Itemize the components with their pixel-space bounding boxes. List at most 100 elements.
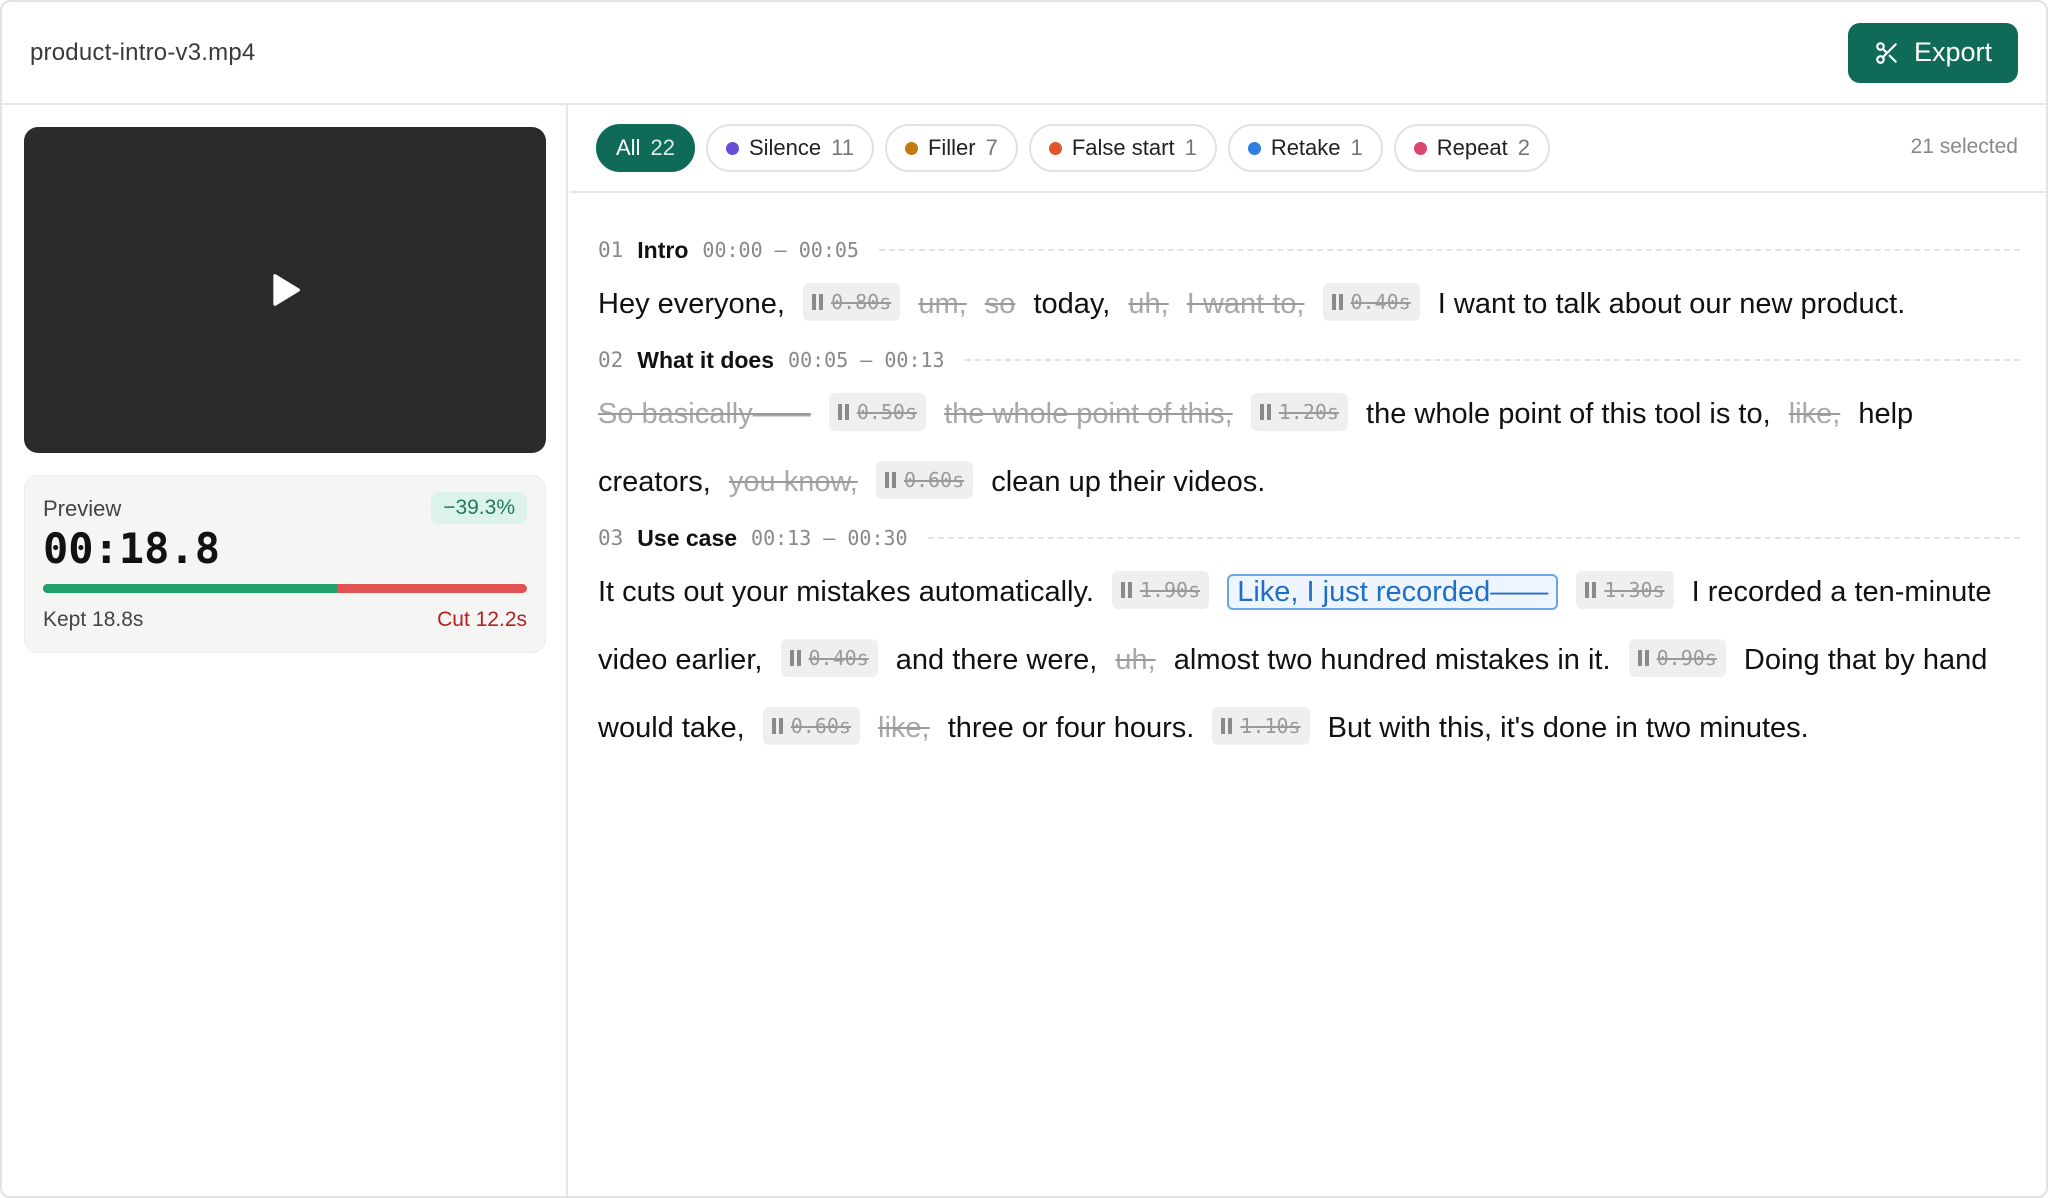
- filter-bar: All 22 Silence 11 Filler 7 False start 1 Retake 1…: [570, 105, 2046, 193]
- section-time-range: 00:13 — 00:30: [751, 526, 908, 550]
- transcript-word[interactable]: almost two hundred mistakes in it.: [1174, 644, 1611, 676]
- preview-card: Preview −39.3% 00:18.8 Kept 18.8s Cut 12…: [24, 475, 546, 653]
- filter-chip-count: 1: [1350, 135, 1363, 160]
- pause-icon: [812, 293, 824, 310]
- transcript-word[interactable]: and there were,: [896, 644, 1098, 676]
- silence-duration: 1.10s: [1240, 714, 1301, 739]
- silence-marker[interactable]: 1.30s: [1576, 571, 1674, 610]
- section-number: 01: [598, 238, 624, 262]
- transcript-paragraph: Hey everyone, 0.80s um, so today, uh, I …: [598, 270, 2020, 338]
- selected-count: 21 selected: [1910, 135, 2018, 158]
- video-player[interactable]: [24, 127, 546, 453]
- silence-marker[interactable]: 1.90s: [1111, 571, 1210, 610]
- cut-word[interactable]: so: [985, 288, 1016, 320]
- cut-word[interactable]: So basically——: [598, 398, 811, 430]
- export-button[interactable]: Export: [1847, 22, 2018, 83]
- category-dot-icon: [1048, 141, 1062, 155]
- cut-word[interactable]: like,: [1789, 398, 1841, 430]
- transcript-paragraph: So basically—— 0.50s the whole point of …: [598, 380, 2020, 516]
- transcript-paragraph: It cuts out your mistakes automatically.…: [598, 558, 2020, 762]
- transcript-word[interactable]: the whole point of this tool is to,: [1366, 398, 1771, 430]
- transcript-word[interactable]: Hey everyone,: [598, 288, 785, 320]
- transcript-word[interactable]: today,: [1033, 288, 1110, 320]
- silence-marker[interactable]: 0.40s: [1322, 283, 1420, 322]
- filter-chip-label: Retake: [1270, 135, 1341, 160]
- pause-icon: [837, 403, 849, 420]
- transcript-word[interactable]: clean up their videos.: [991, 466, 1265, 498]
- cut-word[interactable]: uh,: [1128, 288, 1168, 320]
- silence-marker[interactable]: 0.90s: [1628, 639, 1726, 678]
- filter-chip-label: Filler: [927, 135, 976, 160]
- transcript-word[interactable]: But with this, it's done in two minutes.: [1328, 712, 1809, 744]
- transcript-panel: All 22 Silence 11 Filler 7 False start 1 Retake 1…: [570, 105, 2046, 1196]
- cut-word[interactable]: I want to,: [1187, 288, 1305, 320]
- section-divider: [878, 249, 2020, 251]
- app-window: product-intro-v3.mp4 Export Preview −39.…: [0, 0, 2048, 1198]
- pause-icon: [789, 649, 801, 666]
- cut-word[interactable]: uh,: [1115, 644, 1155, 676]
- silence-marker[interactable]: 0.40s: [780, 639, 878, 678]
- transcript-word[interactable]: I want to talk about our new product.: [1438, 288, 1906, 320]
- silence-marker[interactable]: 0.50s: [828, 393, 927, 432]
- transcript: 01 Intro 00:00 — 00:05 Hey everyone, 0.80s …: [598, 230, 2020, 764]
- silence-duration: 0.60s: [790, 714, 851, 739]
- kept-bar-fill: [43, 584, 337, 593]
- silence-duration: 0.40s: [808, 646, 869, 671]
- highlighted-retake[interactable]: Like, I just recorded——: [1227, 574, 1559, 610]
- filter-chip-count: 7: [985, 135, 998, 160]
- pause-icon: [1331, 293, 1343, 310]
- play-icon[interactable]: [265, 270, 305, 310]
- section-time-range: 00:00 — 00:05: [702, 238, 859, 262]
- category-dot-icon: [1247, 141, 1261, 155]
- reduction-badge: −39.3%: [431, 492, 527, 524]
- top-bar: product-intro-v3.mp4 Export: [2, 2, 2046, 105]
- filter-chip-repeat[interactable]: Repeat 2: [1393, 124, 1550, 172]
- silence-duration: 1.90s: [1139, 578, 1201, 603]
- filter-chip-count: 1: [1184, 135, 1197, 160]
- filter-chip-silence[interactable]: Silence 11: [705, 124, 874, 172]
- filter-chip-label: Repeat: [1436, 135, 1508, 160]
- cut-word[interactable]: you know,: [729, 466, 858, 498]
- cut-label: Cut 12.2s: [437, 608, 527, 631]
- silence-marker[interactable]: 1.20s: [1250, 393, 1348, 432]
- silence-marker[interactable]: 1.10s: [1212, 707, 1310, 746]
- pause-icon: [884, 471, 896, 488]
- section-number: 03: [598, 526, 624, 550]
- section-divider: [927, 537, 2020, 539]
- pause-icon: [1259, 403, 1271, 420]
- transcript-word[interactable]: three or four hours.: [948, 712, 1195, 744]
- filter-chip-label: Silence: [748, 135, 822, 160]
- export-label: Export: [1913, 37, 1992, 67]
- cut-word[interactable]: the whole point of this,: [944, 398, 1233, 430]
- sidebar: Preview −39.3% 00:18.8 Kept 18.8s Cut 12…: [2, 105, 568, 1196]
- section-title: Use case: [637, 524, 738, 551]
- silence-marker[interactable]: 0.80s: [803, 283, 901, 322]
- section-header: 03 Use case 00:13 — 00:30: [598, 518, 2020, 558]
- filter-chip-label: False start: [1071, 135, 1175, 160]
- silence-duration: 0.60s: [903, 468, 965, 493]
- category-dot-icon: [1413, 141, 1427, 155]
- filter-chip-filler[interactable]: Filler 7: [884, 124, 1018, 172]
- filter-chip-retake[interactable]: Retake 1: [1227, 124, 1383, 172]
- pause-icon: [1585, 581, 1597, 598]
- transcript-word[interactable]: It cuts out your mistakes automatically.: [598, 576, 1094, 608]
- filter-chip-false-start[interactable]: False start 1: [1028, 124, 1217, 172]
- pause-icon: [771, 717, 783, 734]
- section-divider: [964, 359, 2020, 361]
- scissors-icon: [1876, 41, 1897, 64]
- filter-chip-all[interactable]: All 22: [596, 124, 695, 172]
- cut-word[interactable]: um,: [918, 288, 966, 320]
- section-time-range: 00:05 — 00:13: [788, 348, 945, 372]
- file-name: product-intro-v3.mp4: [30, 38, 256, 66]
- silence-marker[interactable]: 0.60s: [875, 461, 974, 500]
- category-dot-icon: [904, 141, 918, 155]
- cut-word[interactable]: like,: [878, 712, 930, 744]
- silence-marker[interactable]: 0.60s: [762, 707, 860, 746]
- filter-chip-count: 22: [650, 135, 675, 160]
- silence-duration: 0.80s: [831, 290, 892, 315]
- section-number: 02: [598, 348, 624, 372]
- silence-duration: 0.90s: [1656, 646, 1717, 671]
- filter-chip-label: All: [616, 135, 641, 160]
- pause-icon: [1637, 649, 1649, 666]
- preview-label: Preview: [43, 496, 122, 521]
